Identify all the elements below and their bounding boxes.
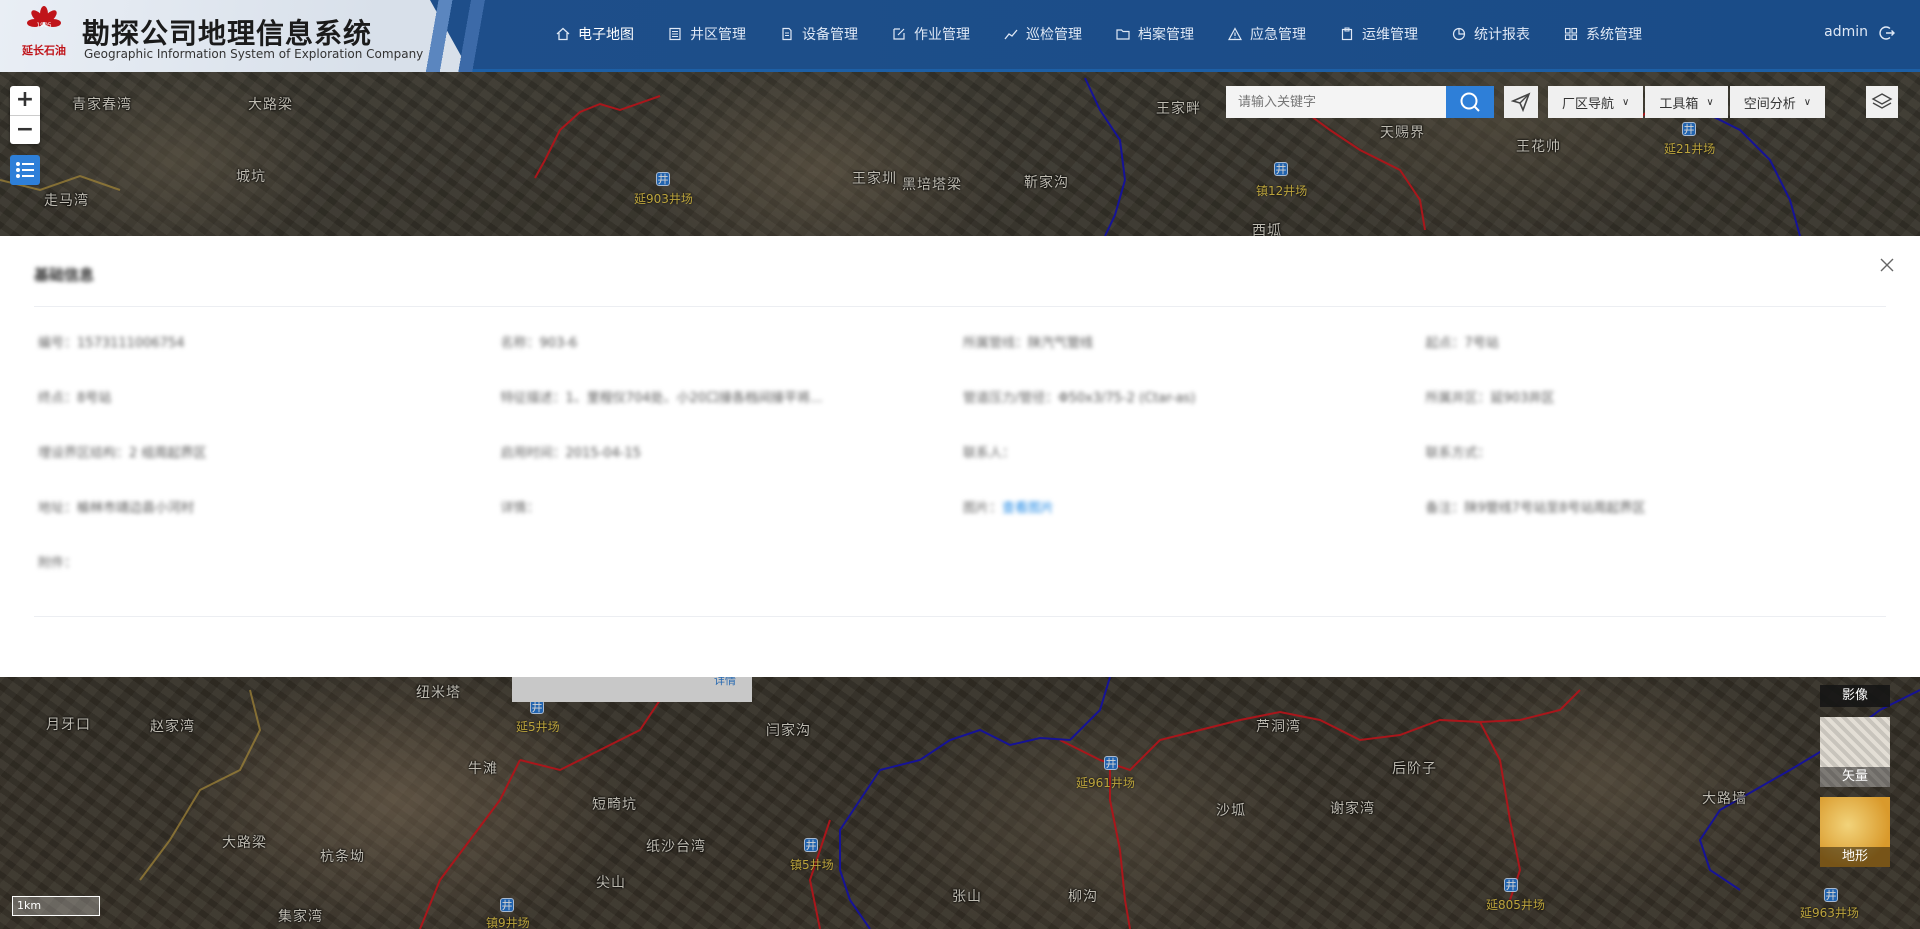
layers-icon — [1871, 93, 1893, 109]
basemap-vector-button[interactable]: 矢量 — [1820, 717, 1890, 787]
chevron-down-icon: ∨ — [1706, 96, 1714, 108]
nav-item-inspection[interactable]: 巡检管理 — [1004, 24, 1082, 44]
info-field: 地址：榆林市靖边县小河村 — [38, 501, 195, 516]
map-toolbar: 厂区导航 ∨ 工具箱 ∨ 空间分析 ∨ — [1226, 86, 1826, 118]
clipboard-icon — [1341, 27, 1353, 41]
nav-label: 统计报表 — [1474, 27, 1530, 43]
dialog-title: 基础信息 — [34, 266, 95, 284]
search-icon — [1460, 92, 1480, 112]
chart-line-icon — [1004, 29, 1018, 40]
info-field: 编号：1573111006754 — [38, 336, 185, 351]
logo-flower-icon: 1905 — [27, 6, 61, 29]
basemap-label: 矢量 — [1820, 767, 1890, 787]
top-header: 1905 延长石油 勘探公司地理信息系统 Geographic Informat… — [0, 0, 1920, 72]
basemap-switcher: 影像 矢量 地形 — [1820, 685, 1890, 867]
info-field: 特征描述：1、里程仪704处、小20口接各档间接平将... — [500, 391, 823, 406]
nav-item-equipment[interactable]: 设备管理 — [780, 24, 858, 44]
nav-label: 档案管理 — [1138, 27, 1194, 43]
grid-icon — [1564, 27, 1578, 41]
plant-navigation-dropdown[interactable]: 厂区导航 ∨ — [1548, 86, 1644, 118]
legend-toggle-button[interactable] — [10, 155, 40, 185]
company-logo: 1905 延长石油 — [18, 6, 70, 62]
scale-bar: 1km — [12, 896, 100, 916]
search-button[interactable] — [1446, 86, 1494, 118]
info-field: 详情： — [500, 501, 540, 516]
info-field: 终点：8号站 — [38, 391, 112, 406]
logout-icon[interactable] — [1878, 24, 1896, 42]
view-image-link[interactable]: 查看图片 — [1002, 501, 1054, 516]
info-grid: 编号：1573111006754 名称：903-6 所属管线：陕汽气管线 起点：… — [38, 316, 1888, 591]
logo-text: 延长石油 — [22, 44, 66, 57]
nav-label: 作业管理 — [914, 27, 970, 43]
main-nav: 电子地图 井区管理 设备管理 作业管理 巡检管理 档案管理 应急管理 运维管理 — [556, 0, 1676, 68]
divider — [34, 616, 1886, 617]
nav-label: 电子地图 — [578, 27, 634, 43]
current-user[interactable]: admin — [1824, 24, 1868, 40]
close-icon[interactable] — [1878, 256, 1896, 274]
chevron-down-icon: ∨ — [1622, 96, 1630, 108]
info-field: 名称：903-6 — [500, 336, 578, 351]
navigate-button[interactable] — [1504, 86, 1538, 118]
logo-year: 1905 — [36, 22, 51, 29]
pie-chart-icon — [1452, 27, 1466, 41]
nav-item-archives[interactable]: 档案管理 — [1116, 24, 1194, 44]
chevron-down-icon: ∨ — [1803, 96, 1812, 108]
basemap-imagery-button[interactable]: 影像 — [1820, 685, 1890, 707]
basemap-label: 地形 — [1820, 847, 1890, 867]
nav-label: 运维管理 — [1362, 27, 1418, 43]
nav-label: 设备管理 — [802, 27, 858, 43]
zoom-control: + − — [10, 86, 40, 144]
dropdown-label: 厂区导航 — [1562, 96, 1615, 112]
nav-item-emergency[interactable]: 应急管理 — [1228, 24, 1306, 44]
info-field: 启用时间：2015-04-15 — [500, 446, 642, 461]
info-field: 备注：陕9管线7号站至8号站周起界区 — [1425, 501, 1646, 516]
spatial-analysis-dropdown[interactable]: 空间分析 ∨ — [1729, 86, 1826, 118]
nav-item-system[interactable]: 系统管理 — [1564, 24, 1642, 44]
info-field: 附件： — [38, 556, 78, 571]
warning-icon — [1228, 27, 1242, 41]
nav-item-electronic-map[interactable]: 电子地图 — [556, 24, 634, 44]
dropdown-label: 空间分析 — [1743, 96, 1796, 112]
info-field: 所属管线：陕汽气管线 — [963, 336, 1094, 351]
info-field: 联系人： — [963, 446, 1016, 461]
app-subtitle: Geographic Information System of Explora… — [84, 47, 424, 61]
info-field: 图片：查看图片 — [963, 501, 1055, 516]
info-field: 埋设界区结构：2 组周起界区 — [38, 446, 207, 461]
brand-decoration — [420, 0, 500, 72]
basemap-terrain-button[interactable]: 地形 — [1820, 797, 1890, 867]
layers-button[interactable] — [1866, 86, 1898, 118]
search-input[interactable] — [1226, 86, 1446, 118]
info-field: 起点：7号站 — [1425, 336, 1499, 351]
nav-label: 井区管理 — [690, 27, 746, 43]
nav-label: 系统管理 — [1586, 27, 1642, 43]
folder-icon — [1116, 29, 1130, 40]
nav-item-reports[interactable]: 统计报表 — [1452, 24, 1530, 44]
nav-label: 应急管理 — [1250, 27, 1306, 43]
info-field: 管道压力/管径：Φ50x3/75-2 (Ctar-as) — [963, 391, 1196, 406]
nav-item-well-area[interactable]: 井区管理 — [668, 24, 746, 44]
app-title: 勘探公司地理信息系统 — [82, 17, 373, 50]
toolbox-dropdown[interactable]: 工具箱 ∨ — [1645, 86, 1728, 118]
nav-item-operations[interactable]: 作业管理 — [892, 24, 970, 44]
nav-label: 巡检管理 — [1026, 27, 1082, 43]
detail-dialog: 基础信息 编号：1573111006754 名称：903-6 所属管线：陕汽气管… — [0, 236, 1920, 677]
divider — [34, 306, 1886, 307]
nav-item-maintenance[interactable]: 运维管理 — [1340, 24, 1418, 44]
building-icon — [669, 27, 681, 41]
info-field: 所属井区：延903井区 — [1425, 391, 1555, 406]
zoom-in-button[interactable]: + — [10, 86, 40, 115]
list-icon — [16, 162, 34, 178]
document-icon — [782, 27, 792, 41]
dropdown-label: 工具箱 — [1659, 96, 1699, 112]
paper-plane-icon — [1511, 92, 1531, 112]
edit-icon — [893, 28, 905, 40]
info-field: 联系方式： — [1425, 446, 1491, 461]
zoom-out-button[interactable]: − — [10, 115, 40, 144]
home-icon — [556, 27, 570, 41]
